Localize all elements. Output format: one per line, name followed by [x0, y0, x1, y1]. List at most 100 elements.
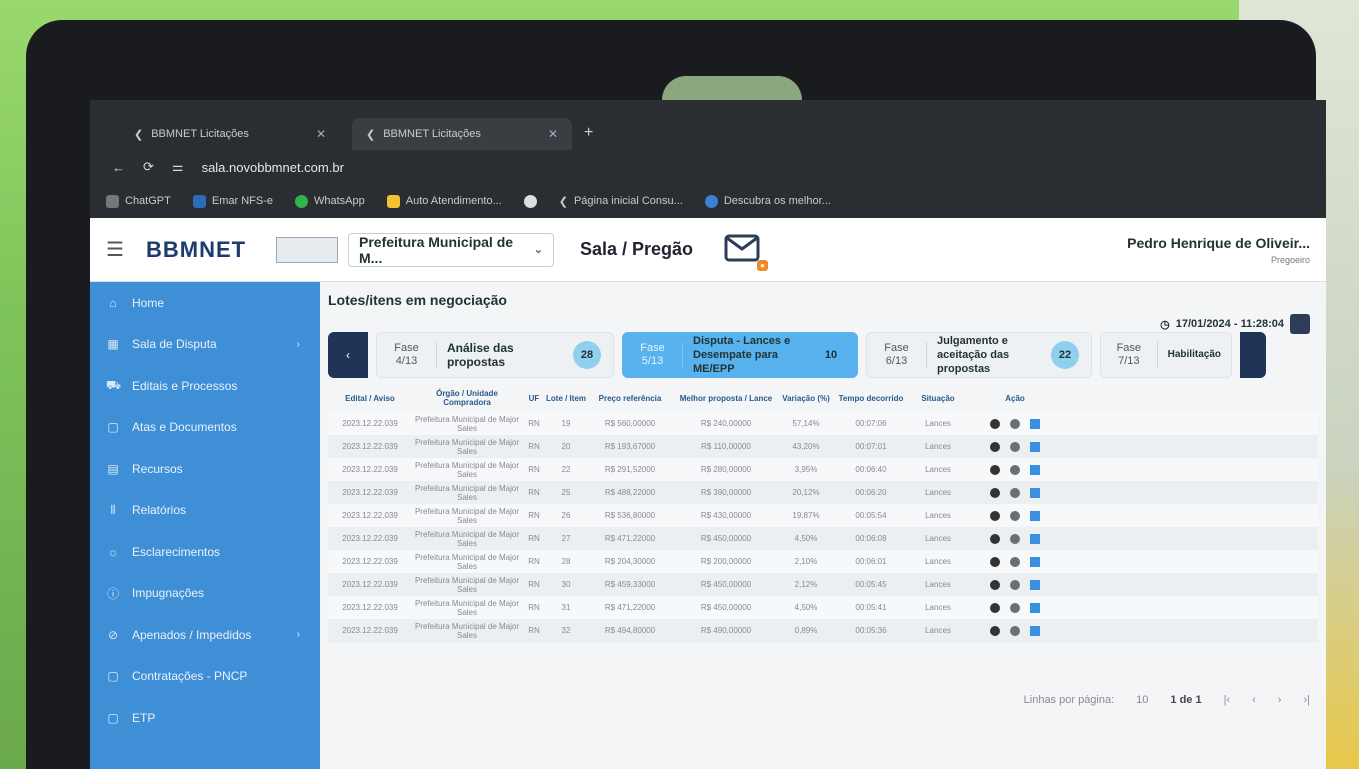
- user-menu[interactable]: Pedro Henrique de Oliveir... Pregoeiro: [1127, 235, 1310, 265]
- status-dot-icon[interactable]: [990, 418, 1000, 429]
- bookmark-chatgpt[interactable]: ChatGPT: [106, 194, 171, 208]
- url-field[interactable]: sala.novobbmnet.com.br: [202, 160, 344, 175]
- sidebar-item-impugnacoes[interactable]: ⓘ Impugnações: [90, 573, 320, 615]
- first-page-icon[interactable]: |‹: [1224, 694, 1231, 706]
- sidebar-item-atas[interactable]: ▢ Atas e Documentos: [90, 407, 320, 449]
- status-dot-icon[interactable]: [990, 464, 1000, 475]
- bookmark-github[interactable]: [523, 194, 537, 208]
- column-header[interactable]: UF: [522, 394, 546, 403]
- table-row[interactable]: 2023.12.22.039 Prefeitura Municipal de Ma…: [328, 504, 1318, 527]
- settings-icon[interactable]: [1010, 579, 1020, 590]
- settings-icon[interactable]: [1010, 625, 1020, 636]
- sidebar-item-contratacoes[interactable]: ▢ Contratações - PNCP: [90, 656, 320, 698]
- status-dot-icon[interactable]: [990, 625, 1000, 636]
- table-row[interactable]: 2023.12.22.039 Prefeitura Municipal de Ma…: [328, 412, 1318, 435]
- sidebar-item-relatorios[interactable]: ⫴ Relatórios: [90, 490, 320, 532]
- settings-icon[interactable]: [1010, 418, 1020, 429]
- table-row[interactable]: 2023.12.22.039 Prefeitura Municipal de Ma…: [328, 619, 1318, 642]
- open-icon[interactable]: [1030, 487, 1040, 498]
- phase-card[interactable]: Fase 4/13 Análise das propostas 28: [376, 332, 614, 378]
- table-row[interactable]: 2023.12.22.039 Prefeitura Municipal de Ma…: [328, 481, 1318, 504]
- cell-variacao: 4,50%: [794, 534, 818, 543]
- new-tab-icon[interactable]: +: [584, 124, 593, 142]
- column-header[interactable]: Melhor proposta / Lance: [674, 394, 778, 403]
- status-dot-icon[interactable]: [990, 441, 1000, 452]
- mail-button[interactable]: ●: [724, 233, 768, 271]
- bookmark-nfse[interactable]: Emar NFS-e: [192, 194, 273, 208]
- close-icon[interactable]: ✕: [548, 127, 558, 141]
- status-dot-icon[interactable]: [990, 556, 1000, 567]
- reload-icon[interactable]: ⟳: [143, 159, 154, 175]
- open-icon[interactable]: [1030, 602, 1040, 613]
- phase-card-active[interactable]: Fase 5/13 Disputa - Lances e Desempate pa…: [622, 332, 858, 378]
- settings-icon[interactable]: [1010, 602, 1020, 613]
- sidebar-item-sala-de-disputa[interactable]: ▦ Sala de Disputa ›: [90, 324, 320, 366]
- organization-select[interactable]: Prefeitura Municipal de M... ⌄: [348, 232, 554, 267]
- sidebar-item-label: Esclarecimentos: [132, 544, 221, 559]
- table-row[interactable]: 2023.12.22.039 Prefeitura Municipal de Ma…: [328, 435, 1318, 458]
- open-icon[interactable]: [1030, 441, 1040, 452]
- cell-actions: [968, 487, 1062, 498]
- phase-card[interactable]: Fase 7/13 Habilitação: [1100, 332, 1232, 378]
- sidebar-item-editais[interactable]: ⛟ Editais e Processos: [90, 365, 320, 407]
- column-header[interactable]: Situação: [908, 394, 968, 403]
- menu-icon[interactable]: ☰: [106, 237, 146, 262]
- phase-prev-button[interactable]: ‹: [328, 332, 368, 378]
- sidebar-item-esclarecimentos[interactable]: ☼ Esclarecimentos: [90, 531, 320, 573]
- column-header[interactable]: Órgão / Unidade Compradora: [412, 389, 522, 407]
- settings-icon[interactable]: [1010, 487, 1020, 498]
- sidebar-item-home[interactable]: ⌂ Home: [90, 282, 320, 324]
- column-header[interactable]: Lote / Item: [546, 394, 586, 403]
- status-dot-icon[interactable]: [990, 533, 1000, 544]
- status-dot-icon[interactable]: [990, 602, 1000, 613]
- app-logo[interactable]: BBMNET: [146, 237, 276, 263]
- phase-next-button[interactable]: [1240, 332, 1266, 378]
- table-row[interactable]: 2023.12.22.039 Prefeitura Municipal de Ma…: [328, 550, 1318, 573]
- cell-melhor: R$ 280,00000: [700, 465, 752, 474]
- bookmark-descubra[interactable]: Descubra os melhor...: [704, 194, 831, 208]
- table-row[interactable]: 2023.12.22.039 Prefeitura Municipal de Ma…: [328, 596, 1318, 619]
- settings-icon[interactable]: [1010, 464, 1020, 475]
- column-header[interactable]: Tempo decorrido: [834, 394, 908, 403]
- settings-icon[interactable]: [1010, 533, 1020, 544]
- next-page-icon[interactable]: ›: [1278, 694, 1282, 706]
- sidebar-item-recursos[interactable]: ▤ Recursos: [90, 448, 320, 490]
- bookmark-auto-atendimento[interactable]: Auto Atendimento...: [386, 194, 502, 208]
- column-header[interactable]: Variação (%): [778, 394, 834, 403]
- mail-icon: [724, 234, 760, 261]
- table-row[interactable]: 2023.12.22.039 Prefeitura Municipal de Ma…: [328, 527, 1318, 550]
- close-icon[interactable]: ✕: [316, 127, 326, 141]
- column-header[interactable]: Preço referência: [586, 394, 674, 403]
- settings-icon[interactable]: [1010, 510, 1020, 521]
- table-row[interactable]: 2023.12.22.039 Prefeitura Municipal de Ma…: [328, 458, 1318, 481]
- open-icon[interactable]: [1030, 510, 1040, 521]
- settings-icon[interactable]: [1010, 441, 1020, 452]
- sidebar-item-apenados[interactable]: ⊘ Apenados / Impedidos ›: [90, 614, 320, 656]
- open-icon[interactable]: [1030, 579, 1040, 590]
- table-row[interactable]: 2023.12.22.039 Prefeitura Municipal de Ma…: [328, 573, 1318, 596]
- open-icon[interactable]: [1030, 464, 1040, 475]
- browser-tab-2[interactable]: ❮ BBMNET Licitações ✕: [352, 118, 572, 150]
- back-icon[interactable]: ←: [112, 160, 125, 175]
- open-icon[interactable]: [1030, 625, 1040, 636]
- open-icon[interactable]: [1030, 533, 1040, 544]
- bookmark-consulta[interactable]: ❮ Página inicial Consu...: [559, 195, 683, 208]
- sidebar-item-etp[interactable]: ▢ ETP: [90, 697, 320, 739]
- column-header[interactable]: Edital / Aviso: [328, 394, 412, 403]
- rows-per-page-select[interactable]: 10: [1136, 694, 1148, 706]
- open-icon[interactable]: [1030, 418, 1040, 429]
- settings-icon[interactable]: [1010, 556, 1020, 567]
- open-icon[interactable]: [1030, 556, 1040, 567]
- cell-variacao: 43,20%: [792, 442, 820, 451]
- status-dot-icon[interactable]: [990, 487, 1000, 498]
- phase-card[interactable]: Fase 6/13 Julgamento e aceitação das prop…: [866, 332, 1092, 378]
- bookmark-whatsapp[interactable]: WhatsApp: [294, 194, 365, 208]
- status-dot-icon[interactable]: [990, 510, 1000, 521]
- prev-page-icon[interactable]: ‹: [1252, 694, 1256, 706]
- last-page-icon[interactable]: ›|: [1303, 694, 1310, 706]
- cell-variacao: 19,87%: [792, 511, 820, 520]
- browser-tab-1[interactable]: ❮ BBMNET Licitações ✕: [120, 118, 340, 150]
- site-info-icon[interactable]: ⚌: [172, 159, 184, 175]
- sidebar-item-label: Relatórios: [132, 503, 187, 518]
- status-dot-icon[interactable]: [990, 579, 1000, 590]
